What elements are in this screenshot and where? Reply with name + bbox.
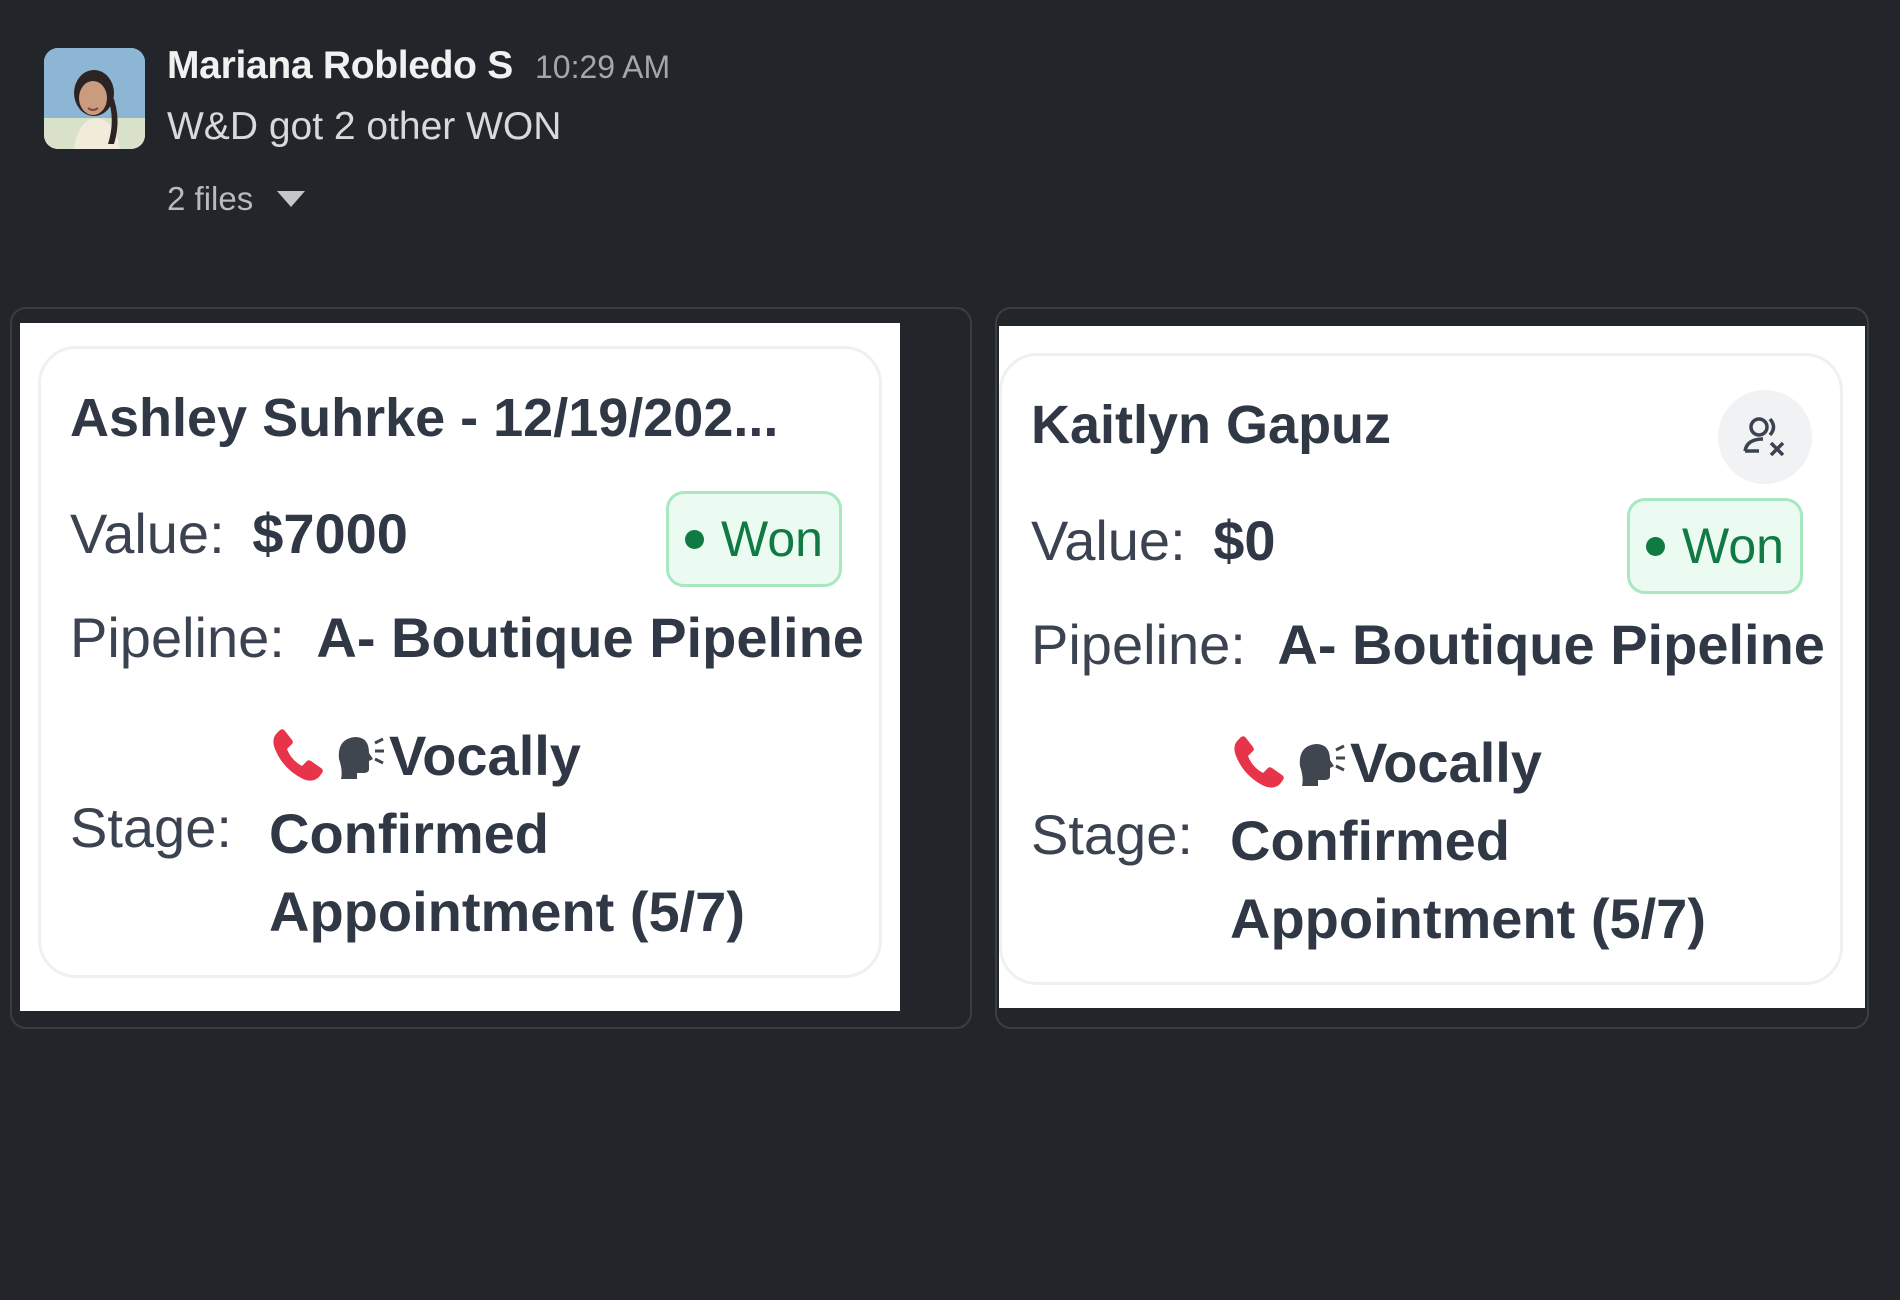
pipeline-row: Pipeline: A- Boutique Pipeline — [70, 605, 864, 670]
opportunity-card: Kaitlyn Gapuz Value: $0 Won Pipeline: A-… — [999, 353, 1843, 985]
value-amount: $0 — [1213, 509, 1276, 572]
stage-line-3: Appointment (5/7) — [1230, 887, 1706, 950]
opportunity-title: Kaitlyn Gapuz — [1031, 395, 1392, 455]
stage-value: Vocally Confirmed Appointment (5/7) — [269, 717, 745, 951]
attachment-image[interactable]: Kaitlyn Gapuz Value: $0 Won Pipeline: A-… — [999, 326, 1865, 1008]
stage-label: Stage: — [70, 796, 232, 859]
message-text: W&D got 2 other WON — [167, 105, 562, 148]
value-row: Value: $7000 — [70, 501, 408, 566]
status-text: Won — [1682, 518, 1784, 574]
value-label: Value: — [70, 502, 225, 565]
red-phone-icon — [273, 729, 323, 781]
value-amount: $7000 — [252, 502, 408, 565]
value-label: Value: — [1031, 509, 1186, 572]
message-header: Mariana Robledo S 10:29 AM — [167, 44, 670, 96]
unassign-user-icon[interactable] — [1718, 390, 1812, 484]
avatar[interactable] — [44, 48, 145, 149]
caret-down-icon — [277, 191, 306, 207]
pipeline-value: A- Boutique Pipeline — [316, 606, 864, 669]
pipeline-row: Pipeline: A- Boutique Pipeline — [1031, 612, 1825, 677]
stage-line-1: Vocally — [1350, 731, 1542, 794]
status-text: Won — [721, 511, 823, 567]
stage-line-2: Confirmed — [1230, 809, 1510, 872]
message-timestamp[interactable]: 10:29 AM — [535, 49, 670, 86]
red-phone-icon — [1234, 736, 1284, 788]
pipeline-label: Pipeline: — [1031, 613, 1246, 676]
stage-value: Vocally Confirmed Appointment (5/7) — [1230, 724, 1706, 958]
user-avatar-photo — [44, 48, 145, 149]
status-dot-icon — [685, 529, 705, 549]
stage-label: Stage: — [1031, 803, 1193, 866]
pipeline-label: Pipeline: — [70, 606, 285, 669]
stage-line-1: Vocally — [389, 724, 581, 787]
status-badge: Won — [666, 491, 842, 587]
pipeline-value: A- Boutique Pipeline — [1277, 613, 1825, 676]
stage-line-2: Confirmed — [269, 802, 549, 865]
files-count-label: 2 files — [167, 180, 254, 217]
opportunity-card: Ashley Suhrke - 12/19/202... Value: $700… — [38, 346, 882, 978]
stage-line-3: Appointment (5/7) — [269, 880, 745, 943]
attachment-image[interactable]: Ashley Suhrke - 12/19/202... Value: $700… — [20, 323, 900, 1011]
speaking-head-icon — [338, 737, 384, 779]
sender-name[interactable]: Mariana Robledo S — [167, 44, 513, 88]
speaking-head-icon — [1299, 744, 1345, 786]
status-badge: Won — [1627, 498, 1803, 594]
opportunity-title: Ashley Suhrke - 12/19/202... — [70, 388, 779, 448]
files-toggle[interactable]: 2 files — [167, 180, 306, 218]
value-row: Value: $0 — [1031, 508, 1276, 573]
status-dot-icon — [1646, 536, 1666, 556]
